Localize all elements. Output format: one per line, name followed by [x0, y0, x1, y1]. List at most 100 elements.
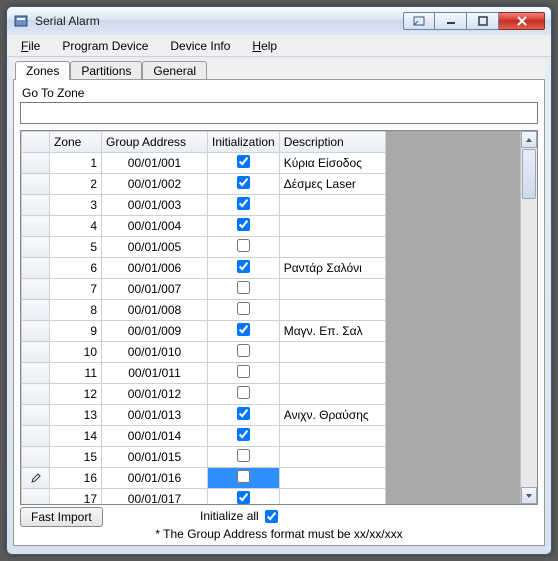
tab-partitions[interactable]: Partitions [70, 61, 142, 80]
cell-description[interactable] [279, 489, 385, 505]
init-checkbox[interactable] [237, 491, 250, 504]
cell-zone[interactable]: 17 [50, 489, 102, 505]
cell-group-address[interactable]: 00/01/007 [102, 279, 208, 300]
col-init[interactable]: Initialization [208, 132, 280, 153]
cell-initialization[interactable] [208, 195, 280, 216]
init-checkbox[interactable] [237, 428, 250, 441]
cell-initialization[interactable] [208, 384, 280, 405]
row-header[interactable] [22, 300, 50, 321]
cell-initialization[interactable] [208, 153, 280, 174]
cell-initialization[interactable] [208, 468, 280, 489]
tab-general[interactable]: General [142, 61, 207, 80]
init-checkbox[interactable] [237, 260, 250, 273]
cell-zone[interactable]: 13 [50, 405, 102, 426]
init-checkbox[interactable] [237, 239, 250, 252]
table-row[interactable]: 1300/01/013 Ανιχν. Θραύσης [22, 405, 386, 426]
cell-description[interactable]: Κύρια Είσοδος [279, 153, 385, 174]
table-row[interactable]: 800/01/008 [22, 300, 386, 321]
maximize-button[interactable] [467, 12, 499, 30]
init-checkbox[interactable] [237, 470, 250, 483]
init-checkbox[interactable] [237, 176, 250, 189]
table-row[interactable]: 900/01/009Μαγν. Επ. Σαλ [22, 321, 386, 342]
menu-help[interactable]: Help [242, 37, 287, 55]
col-desc[interactable]: Description [279, 132, 385, 153]
cell-zone[interactable]: 8 [50, 300, 102, 321]
cell-zone[interactable]: 1 [50, 153, 102, 174]
initialize-all-checkbox[interactable] [265, 510, 278, 523]
cell-initialization[interactable] [208, 489, 280, 505]
col-group[interactable]: Group Address [102, 132, 208, 153]
table-row[interactable]: 700/01/007 [22, 279, 386, 300]
cell-description[interactable] [279, 300, 385, 321]
cell-description[interactable] [279, 342, 385, 363]
cell-description[interactable] [279, 237, 385, 258]
cell-description[interactable] [279, 363, 385, 384]
row-header[interactable] [22, 153, 50, 174]
table-row[interactable]: 1500/01/015 [22, 447, 386, 468]
cell-zone[interactable]: 14 [50, 426, 102, 447]
titlebar[interactable]: Serial Alarm [7, 7, 551, 35]
init-checkbox[interactable] [237, 407, 250, 420]
init-checkbox[interactable] [237, 323, 250, 336]
cell-zone[interactable]: 16 [50, 468, 102, 489]
init-checkbox[interactable] [237, 302, 250, 315]
row-header[interactable] [22, 384, 50, 405]
cell-zone[interactable]: 11 [50, 363, 102, 384]
cell-group-address[interactable]: 00/01/009 [102, 321, 208, 342]
cell-group-address[interactable]: 00/01/002 [102, 174, 208, 195]
cell-zone[interactable]: 4 [50, 216, 102, 237]
cell-zone[interactable]: 6 [50, 258, 102, 279]
init-checkbox[interactable] [237, 281, 250, 294]
table-row[interactable]: 1000/01/010 [22, 342, 386, 363]
cell-initialization[interactable] [208, 258, 280, 279]
cell-description[interactable] [279, 447, 385, 468]
goto-zone-input[interactable] [20, 102, 538, 124]
cell-group-address[interactable]: 00/01/010 [102, 342, 208, 363]
cell-zone[interactable]: 10 [50, 342, 102, 363]
menu-program-device[interactable]: Program Device [52, 37, 158, 55]
init-checkbox[interactable] [237, 386, 250, 399]
init-checkbox[interactable] [237, 155, 250, 168]
fast-import-button[interactable]: Fast Import [20, 507, 103, 527]
cell-description[interactable]: Μαγν. Επ. Σαλ [279, 321, 385, 342]
cell-group-address[interactable]: 00/01/003 [102, 195, 208, 216]
help-button[interactable] [403, 12, 435, 30]
init-checkbox[interactable] [237, 218, 250, 231]
row-header-blank[interactable] [22, 132, 50, 153]
cell-initialization[interactable] [208, 363, 280, 384]
cell-group-address[interactable]: 00/01/004 [102, 216, 208, 237]
cell-initialization[interactable] [208, 405, 280, 426]
init-checkbox[interactable] [237, 197, 250, 210]
cell-group-address[interactable]: 00/01/013 [102, 405, 208, 426]
row-header[interactable] [22, 468, 50, 489]
table-row[interactable]: 300/01/003 [22, 195, 386, 216]
cell-description[interactable]: Ανιχν. Θραύσης [279, 405, 385, 426]
cell-group-address[interactable]: 00/01/017 [102, 489, 208, 505]
menu-device-info[interactable]: Device Info [160, 37, 240, 55]
cell-group-address[interactable]: 00/01/006 [102, 258, 208, 279]
table-row[interactable]: 100/01/001 Κύρια Είσοδος [22, 153, 386, 174]
cell-group-address[interactable]: 00/01/014 [102, 426, 208, 447]
cell-group-address[interactable]: 00/01/005 [102, 237, 208, 258]
row-header[interactable] [22, 489, 50, 505]
scroll-down-button[interactable] [521, 487, 537, 504]
cell-initialization[interactable] [208, 174, 280, 195]
initialize-all[interactable]: Initialize all [200, 509, 278, 523]
cell-zone[interactable]: 3 [50, 195, 102, 216]
cell-group-address[interactable]: 00/01/001 [102, 153, 208, 174]
cell-group-address[interactable]: 00/01/012 [102, 384, 208, 405]
table-row[interactable]: 1400/01/014 [22, 426, 386, 447]
cell-zone[interactable]: 12 [50, 384, 102, 405]
cell-description[interactable]: Δέσμες Laser [279, 174, 385, 195]
cell-group-address[interactable]: 00/01/008 [102, 300, 208, 321]
init-checkbox[interactable] [237, 344, 250, 357]
minimize-button[interactable] [435, 12, 467, 30]
cell-initialization[interactable] [208, 342, 280, 363]
row-header[interactable] [22, 195, 50, 216]
init-checkbox[interactable] [237, 365, 250, 378]
cell-zone[interactable]: 7 [50, 279, 102, 300]
row-header[interactable] [22, 174, 50, 195]
cell-group-address[interactable]: 00/01/015 [102, 447, 208, 468]
table-row[interactable]: 1200/01/012 [22, 384, 386, 405]
row-header[interactable] [22, 342, 50, 363]
